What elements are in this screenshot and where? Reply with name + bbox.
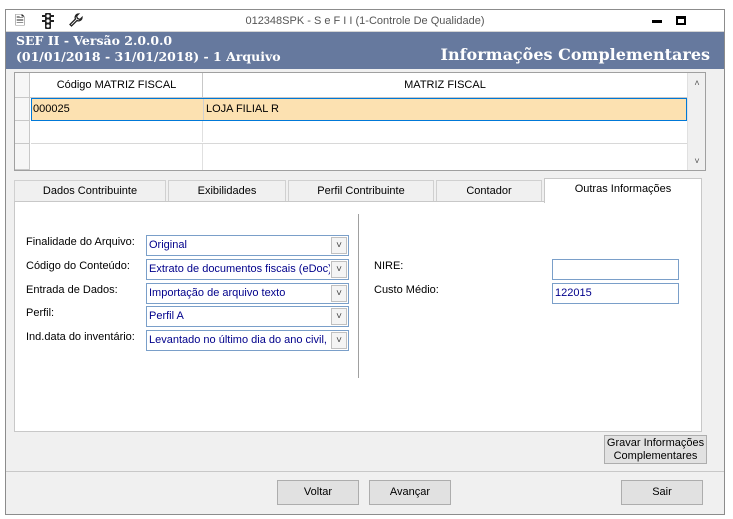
- panel-divider: [358, 214, 360, 378]
- chevron-up-icon[interactable]: ˄: [688, 75, 706, 91]
- finalidade-label: Finalidade do Arquivo:: [26, 236, 135, 248]
- tab-strip: Dados Contribuinte Exibilidades Perfil C…: [14, 178, 702, 203]
- ind-data-inventario-value: Levantado no último dia do ano civil, c: [149, 334, 330, 346]
- cell-codigo[interactable]: [31, 144, 203, 170]
- codigo-conteudo-label: Código do Conteúdo:: [26, 260, 130, 272]
- wrench-icon[interactable]: [68, 13, 84, 29]
- vertical-scrollbar[interactable]: ˄ ˅: [687, 73, 705, 170]
- gravar-label-line2: Complementares: [613, 450, 698, 462]
- cell-matriz[interactable]: [203, 121, 687, 142]
- maximize-button[interactable]: [672, 13, 690, 29]
- tab-perfil-contribuinte[interactable]: Perfil Contribuinte: [288, 180, 434, 202]
- cell-matriz[interactable]: LOJA FILIAL R: [204, 99, 688, 120]
- row-selector[interactable]: [15, 144, 30, 170]
- sair-button[interactable]: Sair: [621, 480, 703, 505]
- maximize-icon: [676, 16, 686, 25]
- period-info: (01/01/2018 - 31/01/2018) - 1 Arquivo: [16, 49, 281, 64]
- main-window: 🗎 012348SPK - S e F I I (1-Controle De Q…: [5, 9, 725, 515]
- tab-exibilidades[interactable]: Exibilidades: [168, 180, 286, 202]
- entrada-dados-label: Entrada de Dados:: [26, 284, 118, 296]
- grid-header: Código MATRIZ FISCAL MATRIZ FISCAL: [15, 73, 687, 98]
- minimize-icon: [652, 20, 662, 23]
- custo-medio-field[interactable]: 122015: [552, 283, 679, 304]
- system-version: SEF II - Versão 2.0.0.0: [16, 33, 173, 48]
- codigo-conteudo-select[interactable]: Extrato de documentos fiscais (eDoc) ˅: [146, 259, 349, 280]
- table-row[interactable]: 000025 LOJA FILIAL R: [31, 98, 687, 121]
- finalidade-select[interactable]: Original ˅: [146, 235, 349, 256]
- perfil-select[interactable]: Perfil A ˅: [146, 306, 349, 327]
- cell-matriz[interactable]: [203, 144, 687, 165]
- traffic-light-icon[interactable]: [40, 13, 56, 29]
- avancar-button[interactable]: Avançar: [369, 480, 451, 505]
- document-icon[interactable]: 🗎: [12, 13, 28, 29]
- header-banner: SEF II - Versão 2.0.0.0 (01/01/2018 - 31…: [6, 32, 724, 69]
- minimize-button[interactable]: [648, 13, 666, 29]
- footer-separator: [6, 471, 724, 472]
- tab-outras-informacoes[interactable]: Outras Informações: [544, 178, 702, 203]
- row-selector[interactable]: [15, 121, 30, 144]
- nire-field[interactable]: [552, 259, 679, 280]
- outras-informacoes-panel: Finalidade do Arquivo: Original ˅ Código…: [14, 201, 702, 432]
- tab-dados-contribuinte[interactable]: Dados Contribuinte: [14, 180, 166, 202]
- table-row[interactable]: [31, 121, 687, 144]
- column-header-codigo[interactable]: Código MATRIZ FISCAL: [31, 73, 203, 98]
- gravar-informacoes-button[interactable]: Gravar Informações Complementares: [604, 435, 707, 464]
- title-bar: 🗎 012348SPK - S e F I I (1-Controle De Q…: [6, 10, 724, 32]
- entrada-dados-select[interactable]: Importação de arquivo texto ˅: [146, 283, 349, 304]
- nire-label: NIRE:: [374, 260, 404, 272]
- row-selector[interactable]: [15, 98, 30, 121]
- cell-codigo[interactable]: [31, 121, 203, 142]
- ind-data-inventario-select[interactable]: Levantado no último dia do ano civil, c …: [146, 330, 349, 351]
- chevron-down-icon[interactable]: ˅: [331, 285, 347, 302]
- voltar-button[interactable]: Voltar: [277, 480, 359, 505]
- ind-data-inventario-label: Ind.data do inventário:: [26, 331, 135, 343]
- grid-corner: [15, 73, 30, 98]
- custo-medio-label: Custo Médio:: [374, 284, 439, 296]
- codigo-conteudo-value: Extrato de documentos fiscais (eDoc): [149, 263, 330, 275]
- table-row[interactable]: [31, 144, 687, 170]
- perfil-label: Perfil:: [26, 307, 55, 319]
- entrada-dados-value: Importação de arquivo texto: [149, 287, 286, 299]
- column-header-matriz[interactable]: MATRIZ FISCAL: [203, 73, 687, 98]
- tab-contador[interactable]: Contador: [436, 180, 542, 202]
- chevron-down-icon[interactable]: ˅: [331, 237, 347, 254]
- window-title: 012348SPK - S e F I I (1-Controle De Qua…: [245, 15, 485, 27]
- finalidade-value: Original: [149, 239, 187, 251]
- chevron-down-icon[interactable]: ˅: [331, 261, 347, 278]
- chevron-down-icon[interactable]: ˅: [331, 308, 347, 325]
- chevron-down-icon[interactable]: ˅: [331, 332, 347, 349]
- section-title: Informações Complementares: [440, 45, 710, 64]
- cell-codigo[interactable]: 000025: [32, 99, 204, 120]
- chevron-down-icon[interactable]: ˅: [688, 153, 706, 169]
- matriz-fiscal-grid[interactable]: Código MATRIZ FISCAL MATRIZ FISCAL 00002…: [14, 72, 706, 171]
- perfil-value: Perfil A: [149, 310, 184, 322]
- gravar-label-line1: Gravar Informações: [606, 437, 705, 449]
